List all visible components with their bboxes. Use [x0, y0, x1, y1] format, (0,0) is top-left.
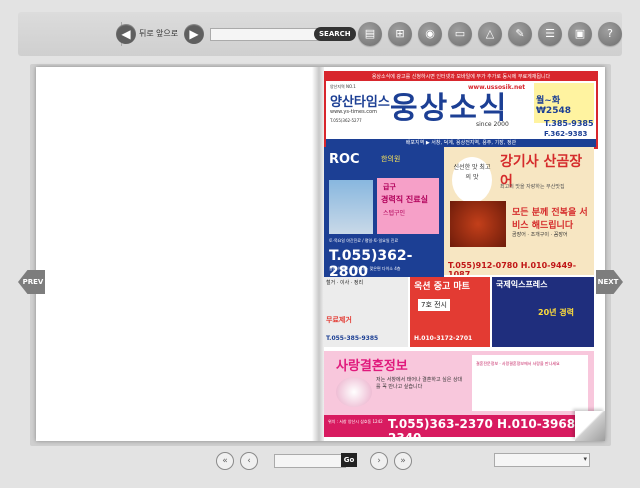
left-page[interactable] — [36, 67, 319, 441]
triangle-icon[interactable]: △ — [478, 22, 502, 46]
next-page-icon[interactable]: › — [370, 452, 388, 470]
magazine-website: www.ussosik.net — [468, 84, 526, 91]
pencil-icon[interactable]: ✎ — [508, 22, 532, 46]
page-select[interactable]: ▾ — [494, 453, 590, 467]
go-button[interactable]: Go — [341, 453, 357, 467]
chevron-down-icon: ▾ — [583, 455, 587, 463]
wedding-phone: T.055)363-2370 H.010-3968-2340 — [388, 417, 581, 437]
clinic-title: ROC — [329, 152, 360, 167]
demolition-phone: T.055-385-9385 — [326, 335, 379, 342]
restaurant-food-image — [450, 201, 506, 247]
logo-title: 양산타임스 — [330, 95, 390, 110]
express-experience: 20년 경력 — [538, 308, 574, 317]
restaurant-phone: T.055)912-0780 H.010-9449-1087 — [448, 261, 577, 275]
top-toolbar: ◀ 뒤로 앞으로 ▶ SEARCH ▤ ⊞ ◉ ▭ △ ✎ ☰ ▣ ? — [18, 12, 622, 56]
wedding-address: 위치 : 서창 양산시 삼호동 1242 — [328, 419, 383, 424]
cd-icon[interactable]: ◉ — [418, 22, 442, 46]
page-curl[interactable] — [575, 411, 605, 441]
book-viewer[interactable]: 용상소식에 광고를 신청하시면 인터넷과 모바일에 무가 추가로 동시에 무료게… — [36, 67, 605, 441]
print-icon[interactable]: ▭ — [448, 22, 472, 46]
ad-express: 국제익스프레스 20년 경력 — [492, 277, 594, 347]
first-page-icon[interactable]: « — [216, 452, 234, 470]
logo-phone: T.055)362-5277 — [330, 118, 362, 123]
prev-page-arrow[interactable]: PREV — [18, 270, 45, 294]
list-icon[interactable]: ☰ — [538, 22, 562, 46]
wedding-couple-image — [336, 377, 372, 407]
express-title: 국제익스프레스 — [496, 280, 548, 289]
back-label[interactable]: 뒤로 — [139, 28, 154, 39]
prev-page-icon[interactable]: ‹ — [240, 452, 258, 470]
ad-clinic: ROC 한의원 급구 경력직 진료실 스텝구인 토·목요일 야간진료 / 평일·… — [324, 147, 444, 277]
next-page-arrow[interactable]: NEXT — [596, 270, 623, 294]
issue-price: 월~화 ₩2548 — [536, 96, 571, 116]
ad-restaurant: 신선한 맛 최고의 맛 강기사 산곰장어 최고의 맛을 자랑하는 부산맛집 모든… — [444, 147, 594, 275]
clinic-notice-2: 경력직 진료실 — [381, 195, 428, 204]
logo-url: www.ys-times.com — [330, 109, 377, 115]
forward-label[interactable]: 앞으로 — [156, 28, 178, 39]
restaurant-description: 최고의 맛을 자랑하는 부산맛집 — [500, 184, 565, 190]
clinic-subtitle: 한의원 — [381, 155, 401, 163]
used-mart-subtitle: 7호 전시 — [418, 299, 450, 311]
last-page-icon[interactable]: » — [394, 452, 412, 470]
ad-demolition: 철거 · 이사 · 정리 무료제거 T.055-385-9385 — [324, 277, 408, 347]
ad-used-mart: 옥션 중고 마트 7호 전시 H.010-3172-2701 — [410, 277, 490, 347]
page-number-input[interactable] — [274, 454, 346, 468]
wedding-info-text: 결혼전문정보 · 사랑결혼정보에서 사랑을 만나세요 — [476, 361, 560, 366]
restaurant-slogan: 신선한 맛 최고의 맛 — [452, 157, 492, 203]
clinic-notice-1: 급구 — [383, 183, 396, 191]
doc-icon[interactable]: ▤ — [358, 22, 382, 46]
restaurant-tags: 곰장어 · 조개구이 · 꼼장어 — [512, 232, 568, 238]
save-icon[interactable]: ▣ — [568, 22, 592, 46]
restaurant-offer: 모든 분께 전복을 서비스 해드립니다 — [512, 208, 588, 231]
clinic-address: 용산 이마트 트레이더스 맞은편 다이소 4층 — [329, 266, 401, 271]
clinic-building-image — [329, 180, 373, 234]
ad-wedding: 사랑결혼정보 결혼전문정보 · 사랑결혼정보에서 사랑을 만나세요 저는 서창에… — [324, 351, 594, 437]
search-button[interactable]: SEARCH — [314, 27, 356, 41]
header-bottom-strip: 배포지역 ▶ 서창, 덕계, 용상전지역, 용주, 기장, 정관 — [326, 139, 596, 147]
right-page[interactable]: 용상소식에 광고를 신청하시면 인터넷과 모바일에 무가 추가로 동시에 무료게… — [324, 67, 605, 441]
wedding-title: 사랑결혼정보 — [336, 359, 408, 374]
back-arrow-icon[interactable]: ◀ — [116, 24, 136, 44]
clinic-phone: T.055)362-2800 — [329, 248, 413, 277]
used-mart-title: 옥션 중고 마트 — [414, 282, 470, 292]
header-fax: F.362-9383 — [544, 130, 588, 138]
help-icon[interactable]: ? — [598, 22, 622, 46]
wedding-description: 저는 서창에서 태어나 결혼하고 싶은 상대를 꼭 만나고 싶습니다 — [376, 377, 463, 390]
thumbnails-icon[interactable]: ⊞ — [388, 22, 412, 46]
demolition-title: 철거 · 이사 · 정리 — [326, 280, 364, 286]
forward-arrow-icon[interactable]: ▶ — [184, 24, 204, 44]
demolition-highlight: 무료제거 — [326, 316, 352, 324]
magazine-header: 용상소식에 광고를 신청하시면 인터넷과 모바일에 무가 추가로 동시에 무료게… — [324, 71, 598, 149]
clinic-info: 토·목요일 야간진료 / 평일·토·일요일 진료 — [329, 238, 399, 243]
search-input[interactable] — [210, 28, 326, 41]
header-tel: T.385-9385 — [544, 119, 594, 128]
used-mart-phone: H.010-3172-2701 — [414, 335, 473, 342]
clinic-notice-3: 스텝구인 — [383, 210, 406, 217]
header-top-strip: 용상소식에 광고를 신청하시면 인터넷과 모바일에 무가 추가로 동시에 무료게… — [326, 73, 596, 81]
magazine-since: since 2000 — [476, 121, 509, 128]
bottom-navigation: « ‹ Go › » ▾ — [18, 448, 622, 474]
logo-tagline: 양산지역 NO.1 — [330, 84, 356, 89]
